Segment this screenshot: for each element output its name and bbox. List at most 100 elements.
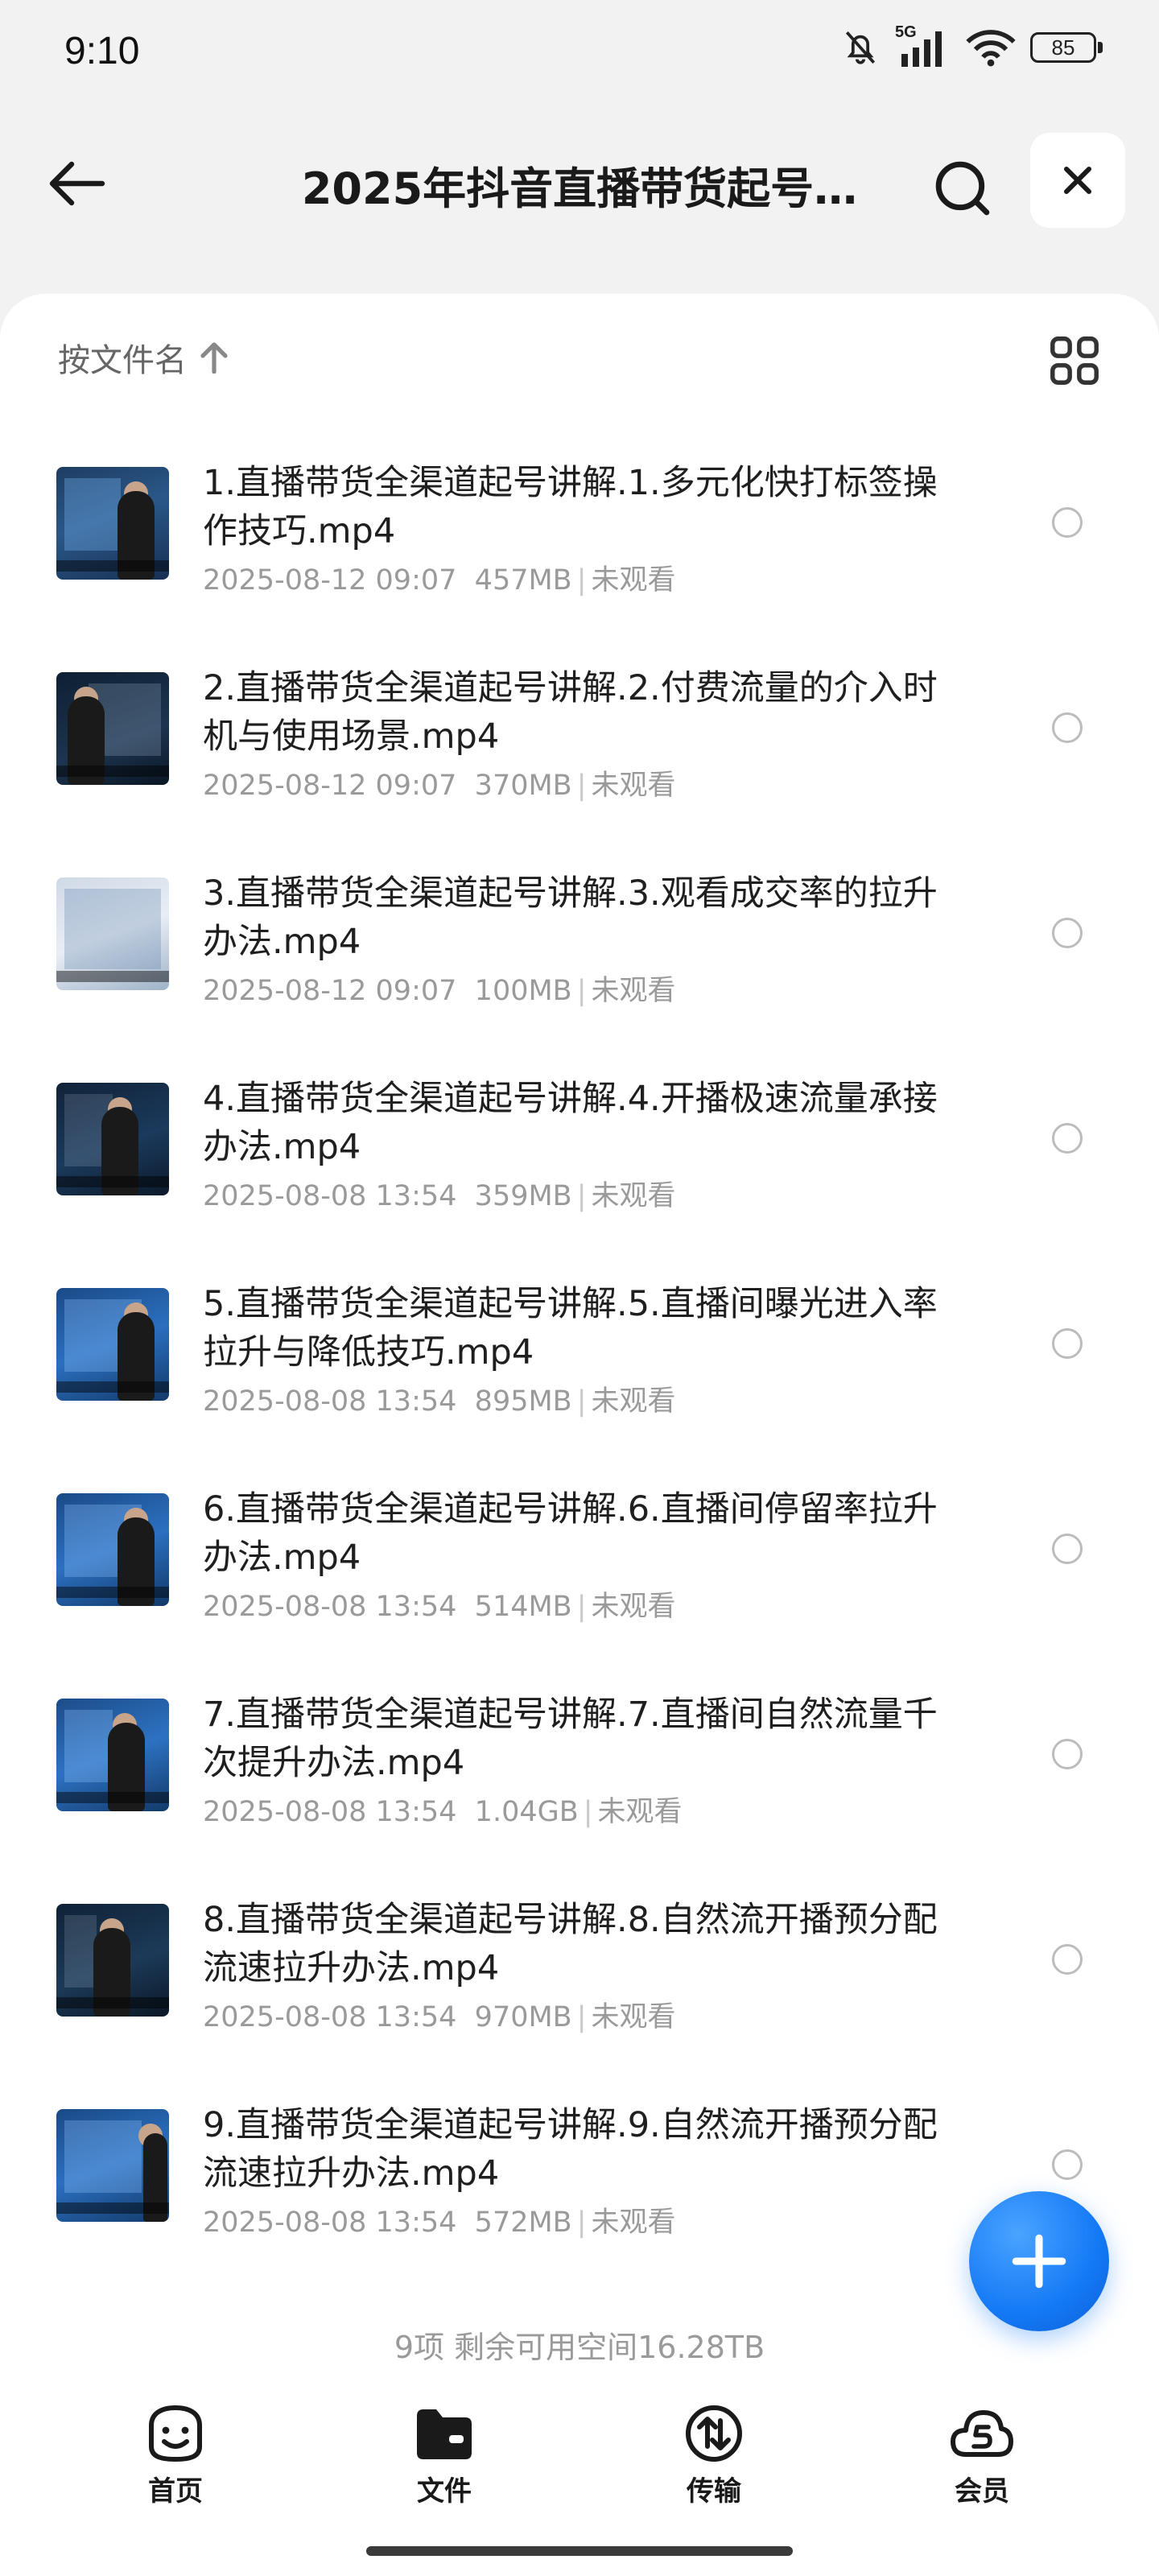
file-date: 2025-08-08 13:54 bbox=[203, 1385, 457, 1418]
file-meta: 2025-08-12 09:07 100MB | 未观看 bbox=[203, 968, 676, 1009]
video-thumbnail bbox=[56, 1288, 169, 1401]
file-meta: 2025-08-08 13:54 359MB | 未观看 bbox=[203, 1173, 676, 1214]
file-name: 5.直播带货全渠道起号讲解.5.直播间曝光进入率拉升与降低技巧.mp4 bbox=[203, 1284, 938, 1373]
watch-status: 未观看 bbox=[591, 1385, 676, 1418]
grid-view-button[interactable] bbox=[1046, 332, 1103, 389]
video-thumbnail bbox=[56, 672, 169, 785]
file-size: 514MB bbox=[474, 1591, 572, 1623]
nav-item-transfer[interactable]: 传输 bbox=[641, 2403, 786, 2508]
file-item[interactable]: 1.直播带货全渠道起号讲解.1.多元化快打标签操作技巧.mp4 2025-08-… bbox=[0, 443, 1159, 648]
watch-status: 未观看 bbox=[591, 564, 676, 597]
file-meta: 2025-08-12 09:07 370MB | 未观看 bbox=[203, 762, 676, 803]
home-indicator[interactable] bbox=[366, 2546, 793, 2556]
file-item[interactable]: 6.直播带货全渠道起号讲解.6.直播间停留率拉升办法.mp4 2025-08-0… bbox=[0, 1469, 1159, 1674]
file-name: 2.直播带货全渠道起号讲解.2.付费流量的介入时机与使用场景.mp4 bbox=[203, 668, 938, 757]
meta-separator: | bbox=[576, 1385, 587, 1418]
close-button[interactable] bbox=[1030, 133, 1125, 228]
file-date: 2025-08-12 09:07 bbox=[203, 975, 457, 1007]
select-radio[interactable] bbox=[1052, 712, 1083, 743]
status-icons: 5G 85 bbox=[840, 23, 1103, 68]
nav-label-member: 会员 bbox=[955, 2475, 1009, 2508]
select-radio[interactable] bbox=[1052, 1944, 1083, 1975]
file-size: 970MB bbox=[474, 2001, 572, 2033]
watch-status: 未观看 bbox=[597, 1796, 683, 1828]
file-size: 359MB bbox=[474, 1180, 572, 1212]
file-date: 2025-08-08 13:54 bbox=[203, 2001, 457, 2033]
file-date: 2025-08-08 13:54 bbox=[203, 1591, 457, 1623]
file-date: 2025-08-08 13:54 bbox=[203, 1796, 457, 1828]
select-radio[interactable] bbox=[1052, 1534, 1083, 1564]
watch-status: 未观看 bbox=[591, 975, 676, 1007]
folder-icon bbox=[417, 2409, 472, 2459]
transfer-icon bbox=[686, 2405, 742, 2462]
plus-icon bbox=[1012, 2234, 1066, 2289]
nav-label-home: 首页 bbox=[148, 2475, 203, 2508]
video-thumbnail bbox=[56, 1083, 169, 1195]
video-thumbnail bbox=[56, 1904, 169, 2017]
bottom-nav: 首页 文件 传输 会员 bbox=[0, 2395, 1159, 2516]
video-thumbnail bbox=[56, 877, 169, 990]
file-item[interactable]: 2.直播带货全渠道起号讲解.2.付费流量的介入时机与使用场景.mp4 2025-… bbox=[0, 648, 1159, 853]
file-name: 6.直播带货全渠道起号讲解.6.直播间停留率拉升办法.mp4 bbox=[203, 1489, 938, 1578]
file-date: 2025-08-08 13:54 bbox=[203, 1180, 457, 1212]
meta-separator: | bbox=[576, 770, 587, 802]
header-bar: 2025年抖音直播带货起号… bbox=[0, 121, 1159, 242]
back-button[interactable] bbox=[42, 149, 111, 218]
nav-item-member[interactable]: 会员 bbox=[909, 2403, 1054, 2508]
file-meta: 2025-08-08 13:54 572MB | 未观看 bbox=[203, 2199, 676, 2240]
smiley-home-icon bbox=[149, 2405, 202, 2462]
file-size: 1.04GB bbox=[474, 1796, 579, 1828]
file-name: 3.直播带货全渠道起号讲解.3.观看成交率的拉升办法.mp4 bbox=[203, 873, 938, 962]
file-name: 8.直播带货全渠道起号讲解.8.自然流开播预分配流速拉升办法.mp4 bbox=[203, 1900, 938, 1988]
watch-status: 未观看 bbox=[591, 2001, 676, 2033]
select-radio[interactable] bbox=[1052, 918, 1083, 948]
close-icon bbox=[1064, 167, 1091, 194]
file-size: 572MB bbox=[474, 2207, 572, 2239]
select-radio[interactable] bbox=[1052, 1739, 1083, 1769]
signal-icon: 5G bbox=[895, 23, 951, 67]
watch-status: 未观看 bbox=[591, 770, 676, 802]
file-item[interactable]: 3.直播带货全渠道起号讲解.3.观看成交率的拉升办法.mp4 2025-08-1… bbox=[0, 853, 1159, 1059]
battery-level: 85 bbox=[1030, 32, 1096, 63]
sort-control[interactable]: 按文件名 bbox=[58, 334, 229, 381]
meta-separator: | bbox=[576, 1180, 587, 1212]
meta-separator: | bbox=[576, 2001, 587, 2033]
select-radio[interactable] bbox=[1052, 1328, 1083, 1359]
select-radio[interactable] bbox=[1052, 2149, 1083, 2180]
file-meta: 2025-08-08 13:54 1.04GB | 未观看 bbox=[203, 1789, 683, 1830]
add-button[interactable] bbox=[969, 2191, 1109, 2331]
meta-separator: | bbox=[576, 2207, 587, 2239]
grid-view-icon bbox=[1050, 336, 1099, 385]
file-size: 457MB bbox=[474, 564, 572, 597]
watch-status: 未观看 bbox=[591, 2207, 676, 2239]
status-time: 9:10 bbox=[64, 30, 140, 72]
nav-item-home[interactable]: 首页 bbox=[103, 2403, 248, 2508]
file-date: 2025-08-08 13:54 bbox=[203, 2207, 457, 2239]
file-name: 4.直播带货全渠道起号讲解.4.开播极速流量承接办法.mp4 bbox=[203, 1079, 938, 1167]
storage-summary: 9项 剩余可用空间16.28TB bbox=[394, 2330, 765, 2365]
watch-status: 未观看 bbox=[591, 1591, 676, 1623]
file-meta: 2025-08-12 09:07 457MB | 未观看 bbox=[203, 557, 676, 598]
page-title: 2025年抖音直播带货起号… bbox=[301, 163, 858, 214]
select-radio[interactable] bbox=[1052, 507, 1083, 538]
file-name: 7.直播带货全渠道起号讲解.7.直播间自然流量千次提升办法.mp4 bbox=[203, 1695, 938, 1783]
file-item[interactable]: 4.直播带货全渠道起号讲解.4.开播极速流量承接办法.mp4 2025-08-0… bbox=[0, 1059, 1159, 1264]
file-item[interactable]: 7.直播带货全渠道起号讲解.7.直播间自然流量千次提升办法.mp4 2025-0… bbox=[0, 1674, 1159, 1880]
video-thumbnail bbox=[56, 467, 169, 580]
search-button[interactable] bbox=[926, 151, 998, 224]
cloud-member-icon bbox=[951, 2410, 1013, 2457]
file-size: 370MB bbox=[474, 770, 572, 802]
select-radio[interactable] bbox=[1052, 1123, 1083, 1154]
file-item[interactable]: 8.直播带货全渠道起号讲解.8.自然流开播预分配流速拉升办法.mp4 2025-… bbox=[0, 1880, 1159, 2085]
meta-separator: | bbox=[576, 564, 587, 597]
arrow-up-icon bbox=[200, 342, 228, 374]
battery-tip bbox=[1098, 42, 1103, 53]
file-list: 1.直播带货全渠道起号讲解.1.多元化快打标签操作技巧.mp4 2025-08-… bbox=[0, 443, 1159, 2290]
nav-item-files[interactable]: 文件 bbox=[372, 2403, 517, 2508]
bell-muted-icon bbox=[840, 27, 881, 68]
file-size: 100MB bbox=[474, 975, 572, 1007]
wifi-icon bbox=[966, 28, 1016, 67]
nav-label-transfer: 传输 bbox=[687, 2475, 741, 2508]
file-meta: 2025-08-08 13:54 514MB | 未观看 bbox=[203, 1583, 676, 1624]
file-item[interactable]: 5.直播带货全渠道起号讲解.5.直播间曝光进入率拉升与降低技巧.mp4 2025… bbox=[0, 1264, 1159, 1469]
